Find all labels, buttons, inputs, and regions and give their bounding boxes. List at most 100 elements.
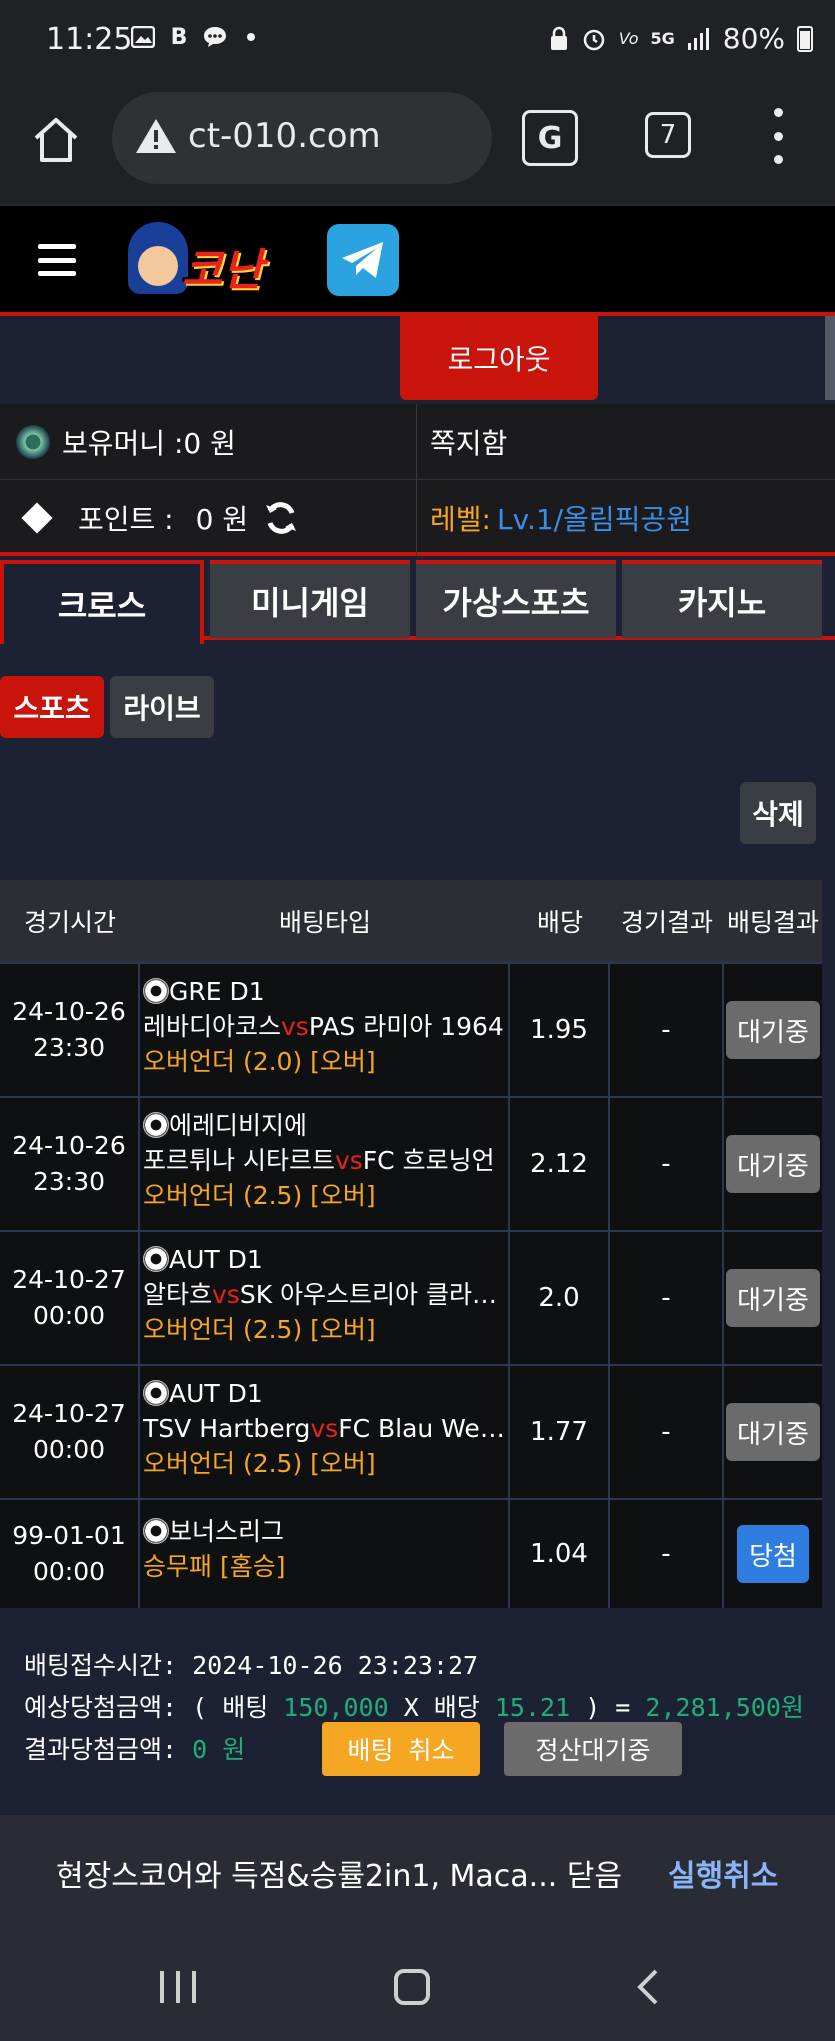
soccer-ball-icon — [16, 425, 50, 459]
info-row: 포인트 : 0 원 레벨: Lv.1/올림픽공원 — [0, 480, 835, 556]
battery-icon — [797, 25, 813, 52]
money-label: 보유머니 :0 원 — [62, 427, 236, 460]
signal-icon — [687, 27, 709, 50]
match-clock: 23:30 — [32, 1033, 106, 1062]
match-date: 24-10-26 — [12, 1131, 126, 1160]
image-icon — [130, 24, 156, 50]
b-icon: B — [170, 24, 188, 50]
settlement-pending-button[interactable]: 정산대기중 — [504, 1722, 682, 1776]
bet-result-cell: 대기중 — [724, 1232, 822, 1364]
delete-button[interactable]: 삭제 — [740, 782, 816, 844]
status-badge: 당첨 — [737, 1525, 809, 1583]
status-bar: 11:25 B Vo 5G 80% — [0, 0, 835, 88]
match-time-cell: 24-10-26 23:30 — [0, 964, 140, 1096]
subtab-live[interactable]: 라이브 — [110, 676, 214, 738]
translate-icon[interactable]: G — [522, 110, 578, 166]
tab-cross[interactable]: 크로스 — [0, 560, 204, 644]
receipt-label: 배팅접수시간: — [24, 1651, 178, 1680]
snackbar: 현장스코어와 득점&승률2in1, Maca... 닫음 실행취소 — [0, 1815, 835, 1931]
match-date: 24-10-26 — [12, 997, 126, 1026]
logo-text: 코난 — [182, 245, 263, 296]
home-team: 포르튀나 시타르트 — [143, 1146, 335, 1175]
match-result-cell: - — [610, 964, 724, 1096]
bet-history-table: 경기시간 배팅타입 배당 경기결과 배팅결과 24-10-26 23:30 GR… — [0, 880, 822, 1608]
bet-pick: 오버언더 (2.0) [오버] — [143, 1047, 376, 1076]
status-badge: 대기중 — [726, 1135, 820, 1193]
league-name: 에레디비지에 — [169, 1111, 308, 1140]
odds-cell: 2.12 — [510, 1098, 610, 1230]
warning-icon[interactable] — [134, 116, 178, 156]
match-clock: 00:00 — [32, 1301, 106, 1330]
level-cell: 레벨: Lv.1/올림픽공원 — [430, 480, 692, 556]
logout-band: 로그아웃 — [0, 316, 835, 404]
back-icon[interactable] — [630, 1967, 670, 2007]
table-row: 24-10-27 00:00 AUT D1 알타흐vsSK 아우스트리아 클라…… — [0, 1230, 822, 1364]
match-clock: 23:30 — [32, 1167, 106, 1196]
table-header: 경기시간 배팅타입 배당 경기결과 배팅결과 — [0, 880, 822, 962]
bet-pick: 오버언더 (2.5) [오버] — [143, 1449, 376, 1478]
tab-virtual-sports[interactable]: 가상스포츠 — [416, 560, 616, 638]
home-team: TSV Hartberg — [143, 1414, 311, 1443]
scrollbar[interactable] — [825, 316, 835, 400]
result-label: 결과당첨금액: — [24, 1735, 178, 1764]
home-team: 레바디아코스 — [143, 1012, 282, 1041]
subtab-sports[interactable]: 스포츠 — [0, 676, 104, 738]
receipt-time: 2024-10-26 23:23:27 — [192, 1651, 479, 1680]
header-bet-type: 배팅타입 — [278, 908, 371, 937]
match-clock: 00:00 — [32, 1557, 106, 1586]
chat-icon — [202, 24, 228, 50]
site-logo[interactable]: 코난 — [120, 212, 300, 302]
telegram-icon[interactable] — [327, 224, 399, 296]
tab-minigame[interactable]: 미니게임 — [210, 560, 410, 638]
refresh-icon[interactable] — [262, 499, 300, 537]
status-time: 11:25 — [46, 22, 133, 57]
status-badge: 대기중 — [726, 1001, 820, 1059]
header-bet-result: 배팅결과 — [726, 908, 819, 937]
hamburger-menu-icon[interactable] — [38, 244, 76, 276]
home-icon[interactable] — [28, 112, 84, 168]
cancel-bet-button[interactable]: 배팅 취소 — [322, 1722, 480, 1776]
tab-switcher-button[interactable]: 7 — [645, 112, 691, 158]
match-time-cell: 24-10-27 00:00 — [0, 1366, 140, 1498]
bet-type-cell: AUT D1 알타흐vsSK 아우스트리아 클라… 오버언더 (2.5) [오버… — [140, 1232, 510, 1364]
system-icons: Vo 5G 80% — [549, 22, 813, 55]
soccer-ball-icon — [143, 1112, 169, 1138]
expected-label: 예상당첨금액: ( 배팅 — [24, 1693, 269, 1722]
tab-casino[interactable]: 카지노 — [622, 560, 822, 638]
more-menu-icon[interactable] — [770, 108, 786, 164]
url-text[interactable]: ct-010.com — [188, 116, 381, 156]
odds-cell: 1.95 — [510, 964, 610, 1096]
header-odds: 배당 — [536, 908, 583, 937]
address-bar[interactable]: ct-010.com — [112, 92, 492, 184]
system-nav-bar — [0, 1931, 835, 2041]
bet-result-cell: 대기중 — [724, 1098, 822, 1230]
site-header: 코난 — [0, 204, 835, 316]
soccer-ball-icon — [143, 1380, 169, 1406]
browser-toolbar: ct-010.com G 7 — [0, 88, 835, 204]
total-odds: 15.21 — [494, 1693, 571, 1722]
logout-button[interactable]: 로그아웃 — [400, 316, 598, 400]
away-team: PAS 라미아 1964 — [308, 1012, 504, 1041]
bet-pick: 승무패 [홈승] — [143, 1552, 286, 1581]
volte-icon: Vo — [618, 29, 639, 48]
match-time-cell: 24-10-27 00:00 — [0, 1232, 140, 1364]
level-value[interactable]: Lv.1/올림픽공원 — [497, 498, 692, 538]
match-result-cell: - — [610, 1366, 724, 1498]
home-nav-icon[interactable] — [394, 1969, 430, 2005]
bet-result-cell: 당첨 — [724, 1500, 822, 1608]
match-result-cell: - — [610, 1500, 724, 1608]
expected-win-amount: 2,281,500원 — [645, 1693, 804, 1722]
home-team: 알타흐 — [143, 1280, 213, 1309]
away-team: SK 아우스트리아 클라… — [239, 1280, 498, 1309]
vs-label: vs — [334, 1146, 363, 1175]
message-link[interactable]: 쪽지함 — [430, 404, 507, 480]
level-label: 레벨: — [430, 503, 491, 536]
recent-apps-icon[interactable] — [160, 1971, 196, 2003]
undo-button[interactable]: 실행취소 — [668, 1851, 778, 1895]
table-row: 24-10-26 23:30 GRE D1 레바디아코스vsPAS 라미아 19… — [0, 962, 822, 1096]
soccer-ball-icon — [143, 978, 169, 1004]
away-team: FC 흐로닝언 — [362, 1146, 495, 1175]
table-row: 99-01-01 00:00 보너스리그 승무패 [홈승] 1.04 - 당첨 — [0, 1498, 822, 1608]
5g-icon: 5G — [650, 29, 675, 48]
receipt-time-line: 배팅접수시간: 2024-10-26 23:23:27 — [24, 1646, 478, 1682]
